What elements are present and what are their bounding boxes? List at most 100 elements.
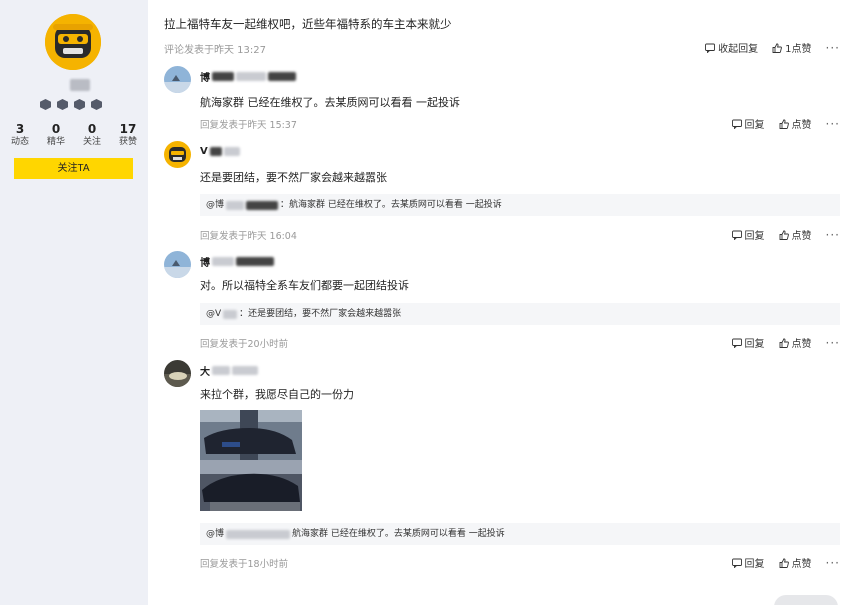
badge-icon: [40, 99, 51, 110]
like-button[interactable]: 点赞: [779, 335, 812, 350]
comment-actions: 收起回复 1点赞 ···: [705, 40, 840, 55]
floating-scroll-button[interactable]: [774, 595, 838, 605]
badge-list: [40, 99, 102, 110]
reply-item: 博 对。所以福特全系车友们都要一起团结投诉 @V ：还是要团结，要不然厂家会越来…: [164, 251, 840, 351]
like-label: 点赞: [791, 339, 812, 350]
quote-mention[interactable]: @博: [206, 194, 224, 216]
user-sidebar: 3 动态 0 精华 0 关注 17 获赞 关注TA: [0, 0, 148, 605]
like-button[interactable]: 点赞: [779, 227, 812, 242]
reply-button[interactable]: 回复: [731, 227, 765, 242]
quote-mention[interactable]: @博: [206, 523, 224, 545]
reply-button[interactable]: 回复: [731, 116, 765, 131]
more-icon[interactable]: ···: [826, 228, 840, 242]
more-icon[interactable]: ···: [826, 41, 840, 55]
stat-likes[interactable]: 17 获赞: [112, 122, 144, 148]
comment-icon: [731, 230, 742, 240]
comment-timestamp: 评论发表于昨天 13:27: [164, 45, 266, 56]
reply-button[interactable]: 回复: [731, 555, 765, 570]
stat-label: 获赞: [118, 137, 137, 147]
reply-label: 回复: [744, 559, 765, 570]
reply-text: 对。所以福特全系车友们都要一起团结投诉: [200, 279, 409, 292]
username-hidden: [223, 146, 240, 156]
username-visible: 博: [200, 72, 210, 84]
reply-avatar[interactable]: [164, 66, 191, 93]
username-hidden: [223, 309, 238, 319]
badge-icon: [91, 99, 102, 110]
reply-image[interactable]: [200, 410, 302, 511]
username-hidden: [209, 146, 222, 156]
reply-username[interactable]: 博: [200, 255, 274, 269]
reply-timestamp: 回复发表于18小时前: [200, 559, 289, 570]
reply-item: 博 航海家群 已经在维权了。去某质网可以看看 一起投诉 回复发表于昨天 15:3…: [164, 66, 840, 131]
stat-value: 0: [51, 122, 61, 136]
thumbs-up-icon: [779, 557, 789, 568]
reply-actions: 回复 点赞 ···: [731, 227, 840, 242]
user-name-hidden: [70, 79, 90, 91]
stat-following[interactable]: 0 关注: [76, 122, 108, 148]
stat-label: 精华: [46, 137, 65, 147]
reply-avatar[interactable]: [164, 141, 191, 168]
like-label: 点赞: [791, 231, 812, 242]
quote-text: ：航海家群 已经在维权了。去某质网可以看看 一起投诉: [280, 200, 502, 210]
comment-icon: [705, 43, 716, 53]
stat-value: 0: [87, 122, 97, 136]
username-hidden: [236, 71, 266, 81]
comment-thread: 拉上福特车友一起维权吧，近些年福特系的车主本来就少 评论发表于昨天 13:27 …: [148, 0, 852, 605]
reply-label: 回复: [744, 339, 765, 350]
username-visible: V: [200, 145, 208, 157]
more-icon[interactable]: ···: [826, 556, 840, 570]
like-button[interactable]: 1点赞: [772, 40, 812, 55]
username-hidden: [246, 200, 279, 210]
quoted-reply: @博 ：航海家群 已经在维权了。去某质网可以看看 一起投诉: [200, 194, 840, 216]
badge-icon: [57, 99, 68, 110]
quote-mention[interactable]: @V: [206, 303, 221, 325]
stat-value: 17: [119, 122, 137, 136]
like-button[interactable]: 点赞: [779, 116, 812, 131]
username-hidden: [236, 256, 274, 266]
follow-button[interactable]: 关注TA: [14, 158, 133, 179]
reply-text: 航海家群 已经在维权了。去某质网可以看看 一起投诉: [200, 96, 460, 109]
thumbs-up-icon: [779, 337, 789, 348]
comment-icon: [731, 558, 742, 568]
stat-label: 动态: [10, 137, 29, 147]
username-visible: 博: [200, 257, 210, 269]
like-count: 1点赞: [785, 44, 812, 55]
username-hidden: [226, 529, 291, 539]
badge-icon: [74, 99, 85, 110]
like-label: 点赞: [791, 120, 812, 131]
username-hidden: [212, 71, 234, 81]
username-hidden: [212, 365, 230, 375]
reply-timestamp: 回复发表于昨天 16:04: [200, 231, 297, 242]
reply-text: 还是要团结，要不然厂家会越来越嚣张: [200, 171, 387, 184]
more-icon[interactable]: ···: [826, 336, 840, 350]
stat-posts[interactable]: 3 动态: [4, 122, 36, 148]
thumbs-up-icon: [779, 118, 789, 129]
reply-timestamp: 回复发表于昨天 15:37: [200, 120, 297, 131]
reply-item: 大 来拉个群，我愿尽自己的一份力 @博 航海家群 已经在维权了。去某质网可以看看…: [164, 360, 840, 575]
reply-button[interactable]: 回复: [731, 335, 765, 350]
reply-username[interactable]: 博: [200, 70, 296, 84]
collapse-replies-button[interactable]: 收起回复: [705, 40, 758, 55]
comment-text: 拉上福特车友一起维权吧，近些年福特系的车主本来就少: [164, 17, 452, 31]
reply-label: 回复: [744, 231, 765, 242]
collapse-label: 收起回复: [718, 44, 759, 55]
like-label: 点赞: [791, 559, 812, 570]
like-button[interactable]: 点赞: [779, 555, 812, 570]
stat-featured[interactable]: 0 精华: [40, 122, 72, 148]
comment-icon: [731, 338, 742, 348]
username-visible: 大: [200, 366, 210, 378]
user-avatar[interactable]: [45, 14, 101, 70]
quoted-reply: @博 航海家群 已经在维权了。去某质网可以看看 一起投诉: [200, 523, 840, 545]
quote-text: ：还是要团结，要不然厂家会越来越嚣张: [239, 309, 402, 319]
comment-icon: [731, 119, 742, 129]
more-icon[interactable]: ···: [826, 117, 840, 131]
reply-avatar[interactable]: [164, 251, 191, 278]
reply-label: 回复: [744, 120, 765, 131]
reply-actions: 回复 点赞 ···: [731, 116, 840, 131]
thumbs-up-icon: [772, 42, 783, 53]
reply-username[interactable]: 大: [200, 364, 258, 378]
username-hidden: [226, 200, 245, 210]
reply-username[interactable]: V: [200, 145, 240, 157]
reply-avatar[interactable]: [164, 360, 191, 387]
user-stats: 3 动态 0 精华 0 关注 17 获赞: [4, 122, 144, 148]
